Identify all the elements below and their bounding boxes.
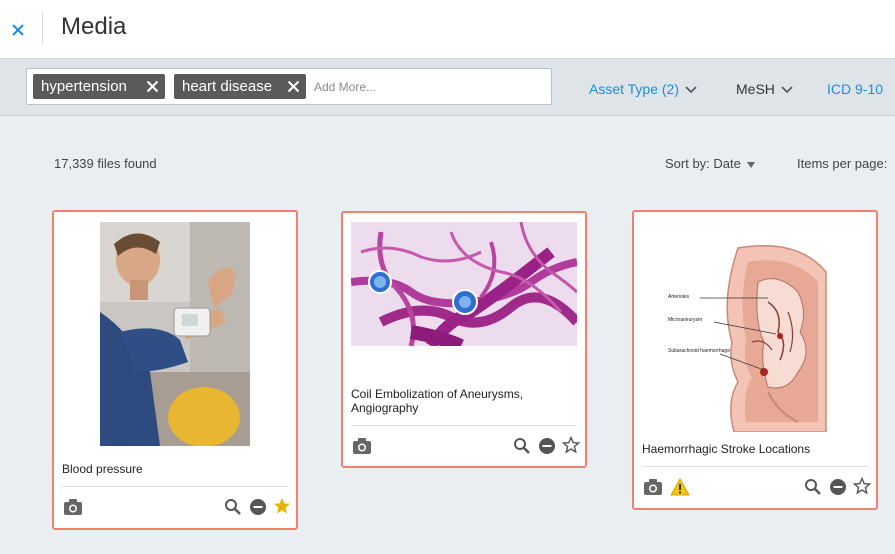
sort-dropdown[interactable]: Sort by: Date xyxy=(665,156,755,171)
tag-search-box[interactable]: hypertension heart disease xyxy=(26,68,552,105)
sort-label: Sort by: Date xyxy=(665,156,741,171)
more-options-icon[interactable] xyxy=(829,478,847,496)
add-more-input[interactable] xyxy=(314,76,544,98)
star-filled-icon[interactable] xyxy=(273,497,291,515)
zoom-icon[interactable] xyxy=(513,437,531,455)
media-card[interactable]: Arterioles Microaneurysm Subarachnoid ha… xyxy=(632,210,878,510)
header-divider xyxy=(42,12,43,44)
results-count: 17,339 files found xyxy=(54,156,157,171)
camera-icon xyxy=(644,479,662,495)
caret-down-icon xyxy=(746,161,755,168)
zoom-icon[interactable] xyxy=(804,478,822,496)
icd-label: ICD 9-10 xyxy=(827,81,884,97)
chip-label: hypertension xyxy=(41,78,127,95)
mesh-dropdown[interactable]: MeSH xyxy=(736,81,793,97)
label-subarachnoid: Subarachnoid haemorrhage xyxy=(668,348,730,354)
remove-chip-icon[interactable] xyxy=(287,80,300,93)
star-outline-icon[interactable] xyxy=(562,436,580,454)
more-options-icon[interactable] xyxy=(538,437,556,455)
chip-label: heart disease xyxy=(182,78,273,95)
header-bar: Media xyxy=(0,0,895,58)
filter-chip-heart-disease: heart disease xyxy=(174,74,306,99)
media-card[interactable]: Blood pressure xyxy=(52,210,298,530)
card-title: Haemorrhagic Stroke Locations xyxy=(642,442,811,456)
chevron-down-icon xyxy=(781,86,793,94)
mesh-label: MeSH xyxy=(736,81,775,97)
card-divider xyxy=(642,466,868,467)
items-per-page-label: Items per page: xyxy=(797,156,888,171)
icd-dropdown[interactable]: ICD 9-10 xyxy=(827,81,883,97)
chevron-down-icon xyxy=(685,86,697,94)
blood-pressure-photo xyxy=(100,222,250,446)
label-arterioles: Arterioles xyxy=(668,294,690,300)
asset-type-dropdown[interactable]: Asset Type (2) xyxy=(589,81,697,97)
brain-cross-section-diagram: Arterioles Microaneurysm Subarachnoid ha… xyxy=(668,245,827,432)
card-title: Blood pressure xyxy=(62,462,143,476)
angiography-image xyxy=(351,222,577,346)
filter-chip-hypertension: hypertension xyxy=(33,74,165,99)
page-title: Media xyxy=(61,13,127,40)
label-microaneurysm: Microaneurysm xyxy=(668,317,702,323)
camera-icon xyxy=(353,438,371,454)
zoom-icon[interactable] xyxy=(224,498,242,516)
card-divider xyxy=(62,486,288,487)
card-title: Coil Embolization of Aneurysms, Angiogra… xyxy=(351,387,524,415)
media-card[interactable]: Coil Embolization of Aneurysms, Angiogra… xyxy=(341,211,587,468)
warning-icon xyxy=(670,478,690,496)
camera-icon xyxy=(64,499,82,515)
card-divider xyxy=(351,425,577,426)
more-options-icon[interactable] xyxy=(249,498,267,516)
asset-type-label: Asset Type (2) xyxy=(589,81,680,97)
filter-bar: hypertension heart disease Asset Type (2… xyxy=(0,58,895,116)
remove-chip-icon[interactable] xyxy=(146,80,159,93)
star-outline-icon[interactable] xyxy=(853,477,871,495)
close-icon[interactable] xyxy=(8,20,28,40)
